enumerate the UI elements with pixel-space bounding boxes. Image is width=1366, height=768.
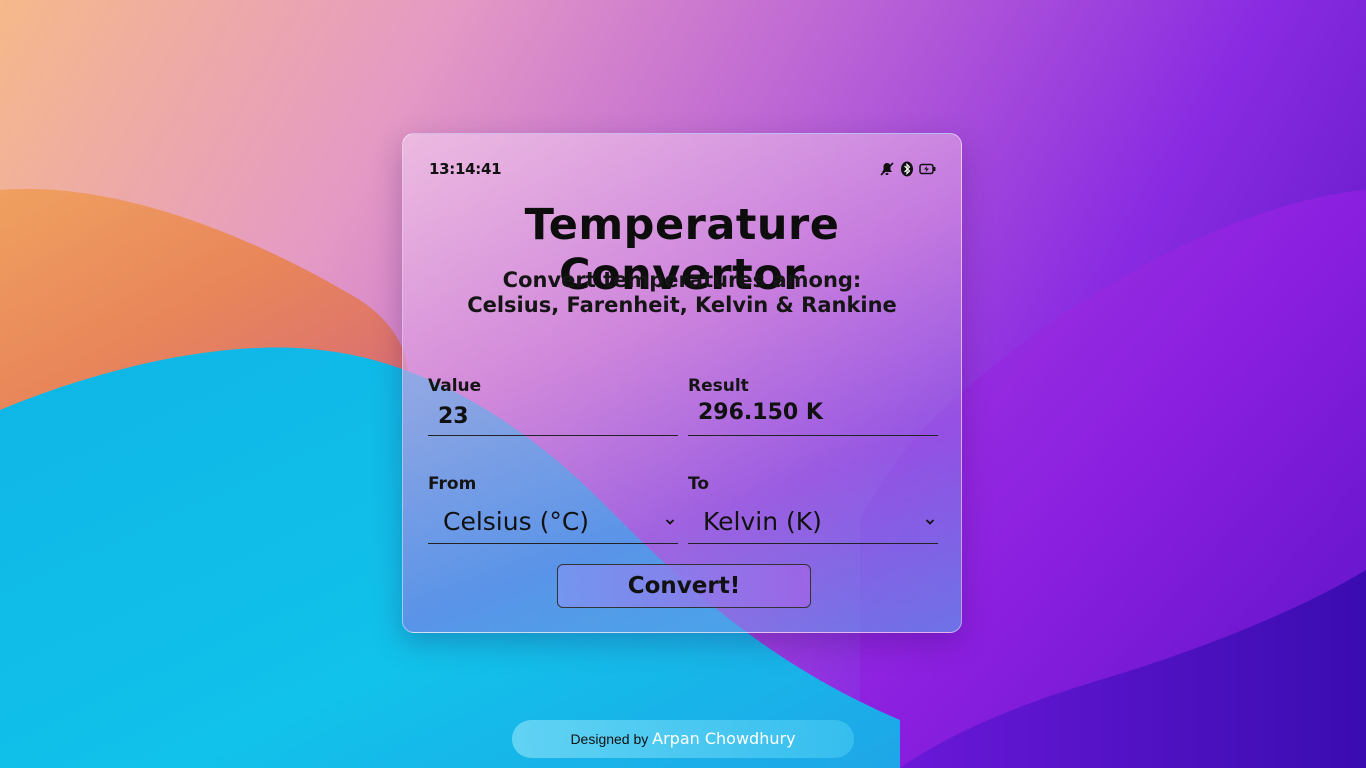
subtitle-line-1: Convert temperatures among:	[502, 268, 862, 292]
value-input-underline	[428, 435, 678, 436]
status-icons	[879, 161, 937, 177]
from-unit-selected: Celsius (°C)	[443, 507, 590, 536]
page-subtitle: Convert temperatures among: Celsius, Far…	[403, 268, 961, 318]
to-unit-select[interactable]: Kelvin (K)	[688, 500, 938, 544]
value-input[interactable]: 23	[438, 404, 469, 429]
author-link[interactable]: Arpan Chowdhury	[652, 729, 795, 748]
from-select-underline	[428, 543, 678, 544]
chevron-down-icon	[665, 518, 675, 526]
footer-prefix: Designed by	[570, 731, 649, 747]
to-select-underline	[688, 543, 938, 544]
bell-off-icon	[879, 161, 895, 177]
to-unit-selected: Kelvin (K)	[703, 507, 822, 536]
footer-credit: Designed by Arpan Chowdhury	[512, 720, 854, 758]
subtitle-line-2: Celsius, Farenheit, Kelvin & Rankine	[467, 293, 897, 317]
status-time: 13:14:41	[429, 160, 502, 178]
converter-card: 13:14:41 Temperature Convertor Convert t	[402, 133, 962, 633]
result-output: 296.150 K	[698, 400, 823, 425]
from-label: From	[428, 474, 477, 494]
battery-charging-icon	[919, 163, 937, 175]
to-label: To	[688, 474, 710, 494]
result-label: Result	[688, 376, 749, 396]
bluetooth-icon	[900, 161, 914, 177]
convert-button[interactable]: Convert!	[557, 564, 811, 608]
chevron-down-icon	[925, 518, 935, 526]
from-unit-select[interactable]: Celsius (°C)	[428, 500, 678, 544]
value-label: Value	[428, 376, 482, 396]
result-output-underline	[688, 435, 938, 436]
